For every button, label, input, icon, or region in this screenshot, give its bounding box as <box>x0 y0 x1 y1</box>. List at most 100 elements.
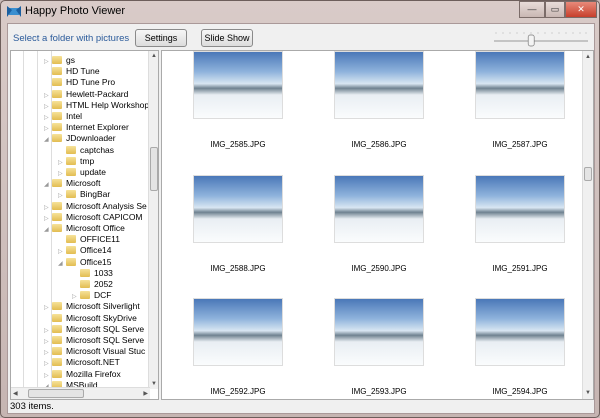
tree-item-label: Microsoft <box>66 178 101 189</box>
folder-icon <box>52 347 62 356</box>
photo-filename: IMG_2594.JPG <box>492 387 548 396</box>
photo-thumbnail[interactable] <box>334 175 424 243</box>
tree-item-label: Hewlett-Packard <box>66 88 129 99</box>
tree-item[interactable]: ▷ gs <box>44 55 75 66</box>
tree-item-label: Microsoft Office <box>66 223 125 233</box>
photo-filename: IMG_2591.JPG <box>492 264 548 273</box>
folder-icon <box>52 358 62 367</box>
tree-item[interactable]: ▷ HTML Help Workshop <box>44 100 149 111</box>
client-area: Select a folder with pictures Settings S… <box>7 23 595 414</box>
folder-icon <box>66 145 76 154</box>
tree-horizontal-scrollbar[interactable]: ◀ ▶ <box>11 387 150 399</box>
tree-item[interactable]: ▷ Microsoft CAPICOM <box>44 212 143 223</box>
slider-thumb[interactable] <box>527 34 535 47</box>
tree-item[interactable]: ▷ Hewlett-Packard <box>44 89 128 100</box>
folder-icon <box>52 100 62 109</box>
folder-icon <box>52 179 62 188</box>
photo-thumbnail[interactable] <box>475 51 565 119</box>
tree-item[interactable]: ◢ Microsoft Office <box>44 223 125 234</box>
tree-item-label: Microsoft Silverlight <box>66 301 140 312</box>
app-window: Happy Photo Viewer — ▭ ✕ Select a folder… <box>0 0 600 418</box>
tree-item-label: DCF <box>94 290 112 301</box>
tree-item[interactable]: ▷ Microsoft Visual Stuc <box>44 346 145 357</box>
tree-item-label: Office15 <box>80 256 112 267</box>
tree-item-label: HD Tune Pro <box>66 77 116 88</box>
photo-thumbnail[interactable] <box>334 298 424 366</box>
close-button[interactable]: ✕ <box>565 1 597 18</box>
tree-item[interactable]: HD Tune Pro <box>44 77 115 88</box>
tree-item[interactable]: ▷ Microsoft SQL Serve <box>44 335 144 346</box>
tree-item-label: 1033 <box>94 267 113 278</box>
window-title: Happy Photo Viewer <box>25 5 126 17</box>
tree-item[interactable]: ▷ BingBar <box>58 189 110 200</box>
photo-thumbnail[interactable] <box>475 175 565 243</box>
tree-item[interactable]: ▷ Microsoft SQL Serve <box>44 324 144 335</box>
folder-icon <box>66 168 76 176</box>
tree-item[interactable]: 2052 <box>72 279 113 290</box>
settings-button[interactable]: Settings <box>135 29 187 47</box>
tree-item-label: JDownloader <box>66 133 116 144</box>
tree-item-label: BingBar <box>80 189 111 200</box>
expander-icon[interactable]: ◢ <box>44 135 52 146</box>
tree-item[interactable]: HD Tune <box>44 66 100 77</box>
tree-item[interactable]: ▷ update <box>58 167 106 178</box>
status-bar-text: 303 items. <box>10 401 54 412</box>
folder-icon <box>80 280 90 288</box>
tree-item-label: captchas <box>80 144 115 155</box>
tree-item[interactable]: Microsoft SkyDrive <box>44 313 137 324</box>
tree-scroll-thumb[interactable] <box>150 147 158 191</box>
photo-thumbnail[interactable] <box>334 51 424 119</box>
tree-item[interactable]: ▷ Microsoft Silverlight <box>44 301 140 312</box>
folder-icon <box>52 112 62 120</box>
zoom-slider[interactable] <box>494 30 588 48</box>
tree-item[interactable]: ▷ Microsoft Analysis Se <box>44 201 147 212</box>
folder-icon <box>52 78 62 87</box>
photo-thumbnail[interactable] <box>193 298 283 366</box>
expander-icon[interactable]: ◢ <box>44 225 52 236</box>
tree-item[interactable]: OFFICE11 <box>58 234 120 245</box>
tree-hscroll-thumb[interactable] <box>28 389 84 398</box>
minimize-button[interactable]: — <box>519 1 545 18</box>
tree-item[interactable]: ◢ JDownloader <box>44 133 116 144</box>
photo-filename: IMG_2587.JPG <box>492 140 548 149</box>
photo-thumbnail[interactable] <box>193 51 283 119</box>
tree-item[interactable]: ▷ tmp <box>58 156 94 167</box>
tree-vertical-scrollbar[interactable]: ▲ ▼ <box>148 51 158 389</box>
tree-item[interactable]: ▷ Microsoft.NET <box>44 357 120 368</box>
expander-icon[interactable]: ◢ <box>58 259 66 270</box>
tree-item[interactable]: ▷ Intel <box>44 111 82 122</box>
slide-show-button[interactable]: Slide Show <box>201 29 253 47</box>
photo-filename: IMG_2585.JPG <box>210 140 266 149</box>
tree-item[interactable]: captchas <box>58 145 114 156</box>
photo-filename: IMG_2592.JPG <box>210 387 266 396</box>
tree-item[interactable]: ◢ Microsoft <box>44 178 100 189</box>
tree-item[interactable]: ▷ Office14 <box>58 245 112 256</box>
maximize-button[interactable]: ▭ <box>545 1 565 18</box>
photo-thumbnail[interactable] <box>193 175 283 243</box>
folder-icon <box>52 56 62 64</box>
tree-item[interactable]: ◢ Office15 <box>58 257 112 268</box>
thumbnail-grid: IMG_2585.JPG IMG_2586.JPG IMG_2587.JPG IMG_… <box>161 50 594 400</box>
tree-item[interactable]: ▷ Internet Explorer <box>44 122 129 133</box>
photo-filename: IMG_2586.JPG <box>351 140 407 149</box>
tree-item[interactable]: ▷ DCF <box>72 290 111 301</box>
tree-item-label: HD Tune <box>66 66 100 77</box>
expander-icon[interactable]: ◢ <box>44 180 52 191</box>
tree-item-label: OFFICE11 <box>80 234 120 245</box>
folder-icon <box>52 336 62 344</box>
grid-scroll-thumb[interactable] <box>584 167 592 181</box>
tree-item[interactable]: ▷ Mozilla Firefox <box>44 369 121 380</box>
tree-item-label: update <box>80 167 106 177</box>
tree-item-label: Office14 <box>80 245 112 256</box>
folder-icon <box>52 123 62 132</box>
photo-filename: IMG_2588.JPG <box>210 264 266 273</box>
photo-thumbnail[interactable] <box>475 298 565 366</box>
folder-icon <box>52 67 62 76</box>
folder-icon <box>52 302 62 311</box>
tree-item-label: Microsoft Visual Stuc <box>66 346 146 357</box>
folder-icon <box>52 89 62 98</box>
grid-vertical-scrollbar[interactable]: ▲ ▼ <box>582 51 593 399</box>
tree-item[interactable]: 1033 <box>72 268 113 279</box>
tree-item-label: Microsoft CAPICOM <box>66 211 143 222</box>
folder-icon <box>52 313 62 322</box>
